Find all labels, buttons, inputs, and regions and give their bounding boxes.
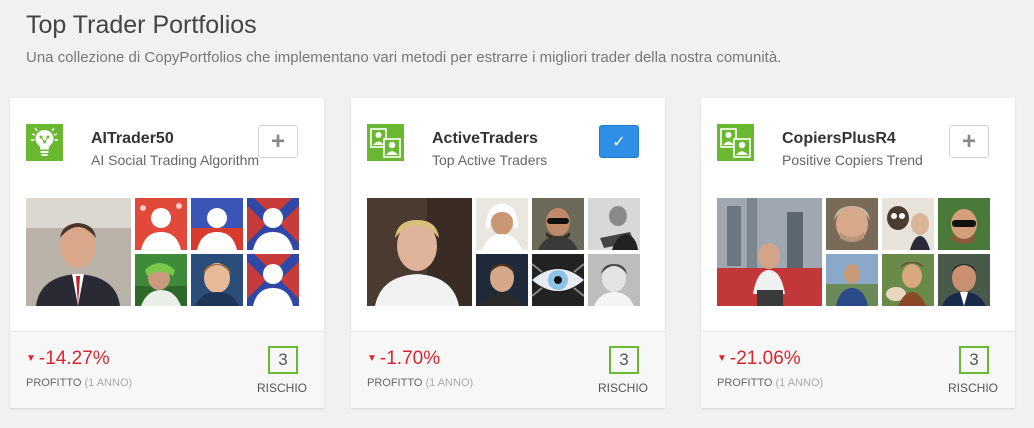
portfolio-card-aitrader50[interactable]: AITrader50 AI Social Trading Algorithm + xyxy=(10,98,324,408)
trader-avatar xyxy=(882,198,934,250)
add-portfolio-button[interactable]: + xyxy=(949,125,989,158)
portfolio-description: AI Social Trading Algorithm xyxy=(91,152,260,168)
risk-label: RISCHIO xyxy=(256,381,307,395)
trader-avatar xyxy=(191,198,243,250)
selected-portfolio-button[interactable]: ✓ xyxy=(599,125,639,158)
profit-value: ▼ -1.70% xyxy=(367,348,440,370)
portfolio-card-activetraders[interactable]: ActiveTraders Top Active Traders ✓ ▼ -1.… xyxy=(351,98,665,408)
risk-label: RISCHIO xyxy=(597,381,648,395)
arrow-down-icon: ▼ xyxy=(717,353,727,364)
profit-percent: -14.27% xyxy=(38,348,110,369)
profit-percent: -1.70% xyxy=(379,348,441,369)
check-icon: ✓ xyxy=(612,133,626,151)
trader-avatar xyxy=(532,198,584,250)
add-portfolio-button[interactable]: + xyxy=(258,125,298,158)
people-portfolio-icon xyxy=(367,124,404,161)
trader-avatar xyxy=(476,198,528,250)
ai-brain-bulb-icon xyxy=(26,124,63,161)
trader-avatar xyxy=(247,254,299,306)
trader-avatar xyxy=(588,254,640,306)
page-header: Top Trader Portfolios Una collezione di … xyxy=(26,10,781,67)
card-header: AITrader50 AI Social Trading Algorithm + xyxy=(10,98,324,331)
card-header: ActiveTraders Top Active Traders ✓ xyxy=(351,98,665,331)
trader-avatar xyxy=(717,198,822,306)
plus-icon: + xyxy=(961,127,976,155)
page-title: Top Trader Portfolios xyxy=(26,11,257,39)
profit-label-text: PROFITTO xyxy=(26,377,82,389)
trader-avatar xyxy=(938,198,990,250)
trader-photos xyxy=(26,198,299,306)
trader-avatar xyxy=(938,254,990,306)
portfolio-description: Top Active Traders xyxy=(432,152,548,168)
profit-label: PROFITTO (1 ANNO) xyxy=(717,377,823,389)
risk-score: 3 xyxy=(609,346,639,374)
portfolio-name[interactable]: ActiveTraders xyxy=(432,129,538,148)
profit-period: (1 ANNO) xyxy=(775,377,824,389)
trader-avatar xyxy=(476,254,528,306)
trader-avatar xyxy=(826,254,878,306)
trader-photos xyxy=(717,198,990,306)
card-stats: ▼ -1.70% PROFITTO (1 ANNO) 3 RISCHIO xyxy=(351,331,665,408)
trader-avatar xyxy=(826,198,878,250)
trader-avatar xyxy=(588,198,640,250)
trader-avatar xyxy=(191,254,243,306)
card-stats: ▼ -21.06% PROFITTO (1 ANNO) 3 RISCHIO xyxy=(701,331,1015,408)
portfolio-description: Positive Copiers Trend xyxy=(782,152,923,168)
trader-avatar xyxy=(26,198,131,306)
trader-avatar xyxy=(367,198,472,306)
trader-photos xyxy=(367,198,640,306)
trader-avatar xyxy=(247,198,299,250)
trader-avatar xyxy=(135,198,187,250)
trader-avatar xyxy=(135,254,187,306)
profit-period: (1 ANNO) xyxy=(425,377,474,389)
arrow-down-icon: ▼ xyxy=(26,353,36,364)
portfolio-name[interactable]: CopiersPlusR4 xyxy=(782,129,896,148)
arrow-down-icon: ▼ xyxy=(367,353,377,364)
profit-value: ▼ -21.06% xyxy=(717,348,801,370)
profit-label: PROFITTO (1 ANNO) xyxy=(26,377,132,389)
page-subtitle: Una collezione di CopyPortfolios che imp… xyxy=(26,49,782,66)
people-portfolio-icon xyxy=(717,124,754,161)
profit-label-text: PROFITTO xyxy=(717,377,773,389)
trader-avatar xyxy=(532,254,584,306)
profit-value: ▼ -14.27% xyxy=(26,348,110,370)
card-header: CopiersPlusR4 Positive Copiers Trend + xyxy=(701,98,1015,331)
card-stats: ▼ -14.27% PROFITTO (1 ANNO) 3 RISCHIO xyxy=(10,331,324,408)
portfolio-name[interactable]: AITrader50 xyxy=(91,129,174,148)
portfolio-card-copiersplusr4[interactable]: CopiersPlusR4 Positive Copiers Trend + ▼… xyxy=(701,98,1015,408)
profit-label: PROFITTO (1 ANNO) xyxy=(367,377,473,389)
risk-score: 3 xyxy=(959,346,989,374)
profit-period: (1 ANNO) xyxy=(84,377,133,389)
plus-icon: + xyxy=(270,127,285,155)
risk-label: RISCHIO xyxy=(947,381,998,395)
trader-avatar xyxy=(882,254,934,306)
risk-score: 3 xyxy=(268,346,298,374)
profit-percent: -21.06% xyxy=(729,348,801,369)
profit-label-text: PROFITTO xyxy=(367,377,423,389)
